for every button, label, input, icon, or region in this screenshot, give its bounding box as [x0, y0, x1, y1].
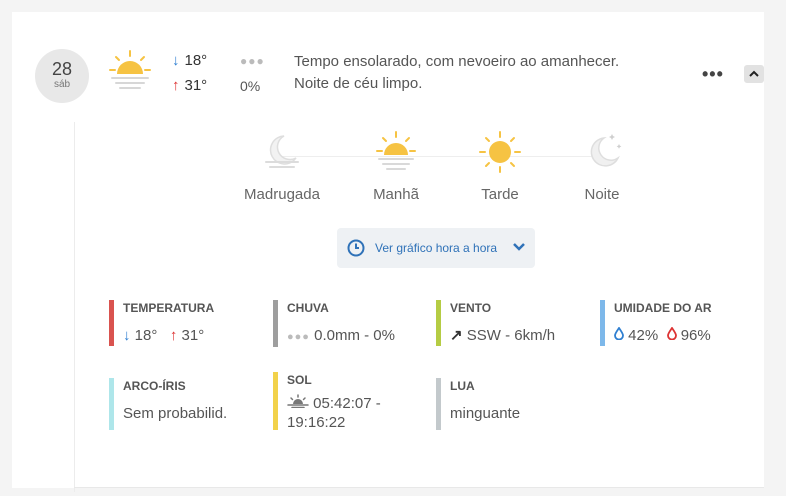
arrow-up-icon: ↑ [172, 77, 180, 94]
min-temp: 18° [184, 52, 208, 69]
stat-value: ↗ SSW - 6km/h [450, 326, 555, 346]
period-label: Noite [584, 186, 620, 203]
hourly-chart-label: Ver gráfico hora a hora [375, 241, 498, 255]
raindrops-icon: ●●● [287, 331, 310, 343]
stat-moon: LUA minguante [436, 378, 520, 430]
arrow-up-icon: ↑ [169, 327, 178, 344]
stat-temperature: TEMPERATURA ↓ 18° ↑ 31° [109, 300, 214, 346]
min-temp: 18° [134, 327, 158, 344]
moon-fog-icon [265, 135, 299, 168]
day-periods: Madrugada Manhã Tarde Noite [238, 130, 638, 210]
stat-value: 42% 96% [614, 326, 712, 346]
forecast-card: 28 sáb ↓ 18° ↑ 31° ●●● 0% Tempo ensolarado… [12, 12, 764, 492]
period-noite: Noite [552, 130, 652, 203]
day-badge: 28 sáb [35, 49, 89, 103]
hourly-chart-button[interactable]: Ver gráfico hora a hora [337, 228, 535, 268]
sun-fog-icon [376, 131, 416, 170]
moon-value: minguante [450, 405, 521, 422]
humidity-min: 42% [628, 327, 659, 344]
divider [74, 122, 75, 492]
period-tarde: Tarde [450, 130, 550, 203]
stat-value: 05:42:07 - 19:16:22 [287, 394, 407, 432]
collapse-button[interactable] [744, 65, 764, 83]
sun-icon [479, 131, 521, 173]
max-temp: 31° [184, 77, 208, 94]
chevron-down-icon [513, 243, 525, 251]
drop-icon [614, 326, 624, 341]
rainbow-value: Sem probabilid. [123, 405, 228, 422]
stat-title: TEMPERATURA [123, 301, 215, 315]
moon-stars-icon [590, 134, 622, 167]
stat-title: LUA [450, 379, 475, 393]
rain-probability: 0% [240, 78, 261, 94]
drop-icon [666, 326, 677, 341]
period-label: Madrugada [244, 186, 320, 203]
stat-title: UMIDADE DO AR [614, 301, 712, 315]
stat-title: SOL [287, 373, 312, 387]
sun-fog-icon [108, 50, 152, 97]
divider [74, 487, 764, 488]
period-manha: Manhã [346, 130, 446, 203]
wind-direction-icon: ↗ [450, 327, 463, 344]
stat-title: ARCO-ÍRIS [123, 379, 186, 393]
description-line: Noite de céu limpo. [294, 75, 423, 92]
stat-value: ↓ 18° ↑ 31° [123, 326, 214, 346]
arrow-down-icon: ↓ [172, 52, 180, 69]
stat-sun: SOL 05:42:07 - 19:16:22 [273, 372, 407, 432]
summary-temperatures: ↓ 18° ↑ 31° [172, 48, 207, 98]
sunrise-icon [287, 394, 309, 409]
max-temp: 31° [181, 327, 205, 344]
day-number: 28 [51, 59, 73, 79]
stat-rain: CHUVA ●●● 0.0mm - 0% [273, 300, 395, 347]
day-name: sáb [53, 79, 71, 90]
summary-rain: ●●● 0% [240, 48, 265, 99]
stat-rainbow: ARCO-ÍRIS Sem probabilid. [109, 378, 227, 430]
stat-title: CHUVA [287, 301, 329, 315]
more-options-icon[interactable]: ••• [702, 64, 724, 85]
raindrops-icon: ●●● [240, 54, 265, 68]
weather-description: Tempo ensolarado, com nevoeiro ao amanhe… [294, 51, 619, 95]
period-label: Manhã [373, 186, 419, 203]
period-madrugada: Madrugada [232, 130, 332, 203]
arrow-down-icon: ↓ [123, 327, 131, 344]
period-label: Tarde [481, 186, 519, 203]
rain-value: 0.0mm - 0% [314, 327, 395, 344]
chevron-up-icon [749, 70, 759, 77]
stat-title: VENTO [450, 301, 492, 315]
stat-wind: VENTO ↗ SSW - 6km/h [436, 300, 555, 346]
description-line: Tempo ensolarado, com nevoeiro ao amanhe… [294, 53, 620, 70]
wind-value: SSW - 6km/h [466, 327, 556, 344]
stat-value: ●●● 0.0mm - 0% [287, 326, 395, 347]
clock-icon [347, 239, 365, 257]
humidity-max: 96% [680, 327, 711, 344]
stat-humidity: UMIDADE DO AR 42% 96% [600, 300, 712, 346]
